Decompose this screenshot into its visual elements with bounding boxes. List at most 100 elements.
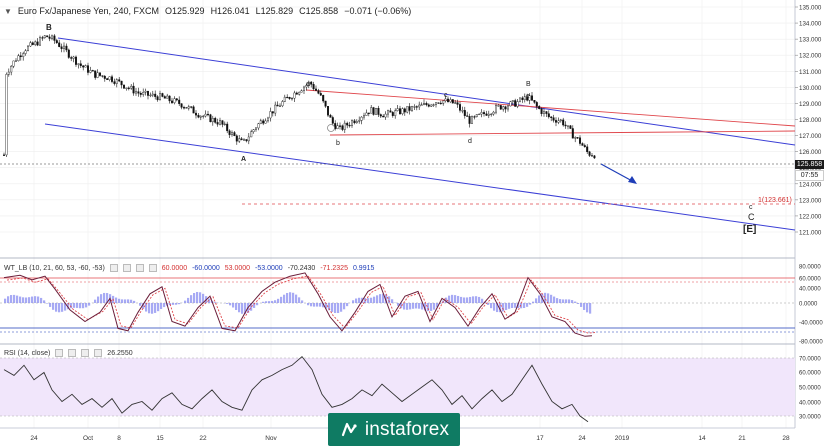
wt-histogram-bar [49,303,52,307]
candle-body [175,98,178,101]
candle-body [12,60,15,67]
collapse-chevron-icon[interactable]: ▼ [4,7,12,16]
rsi-more-icon[interactable] [94,349,103,357]
wt-histogram-bar [151,303,154,314]
candle-body [94,70,97,78]
wt-histogram-bar [451,294,454,303]
candle-body [7,71,10,75]
candle-body [444,98,447,102]
candle-body [449,99,452,103]
candle-body [475,114,478,117]
candle-body [341,125,344,130]
wt-histogram-bar [430,303,433,311]
wt-value-2: -60.0000 [192,264,220,272]
wt-histogram-bar [583,303,586,310]
wt-histogram-bar [550,294,553,303]
candle-body [447,98,450,103]
wt-lb-title[interactable]: WT_LB (10, 21, 60, 53, -60, -53) [4,265,105,272]
wt-histogram-bar [577,303,580,304]
price-axis[interactable]: 135.000 134.000 133.000 132.000 131.000 130.0… [795,5,822,237]
eye-icon[interactable] [109,264,118,272]
rsi-eye-icon[interactable] [55,349,64,357]
candle-body [218,120,221,125]
wt-histogram-bar [196,291,199,303]
candle-body [281,101,284,107]
price-tick-label: 131.000 [799,69,822,76]
wt-histogram-bar [157,303,160,312]
rsi-tick-label: 40.0000 [799,401,821,407]
candle-body [327,106,330,116]
wt-histogram-bar [490,303,493,309]
candle-body [187,106,190,109]
rsi-close-icon[interactable] [81,349,90,357]
candle-body [194,112,197,116]
price-tick-label: 127.000 [799,133,822,140]
wt-histogram-bar [73,303,76,308]
candle-body [382,115,385,118]
price-tick-label: 135.000 [799,5,822,12]
wt-tick-label: 0.0000 [799,302,818,308]
wt-histogram-bar [85,303,88,308]
price-tick-label: 132.000 [799,53,822,60]
rsi-settings-icon[interactable] [68,349,77,357]
more-icon[interactable] [148,264,157,272]
candle-body [583,145,586,148]
rsi-title[interactable]: RSI (14, close) [4,350,50,357]
symbol-title[interactable]: Euro Fx/Japanese Yen, 240, FXCM [18,6,159,16]
candle-body [384,113,387,118]
candle-body [310,81,313,85]
settings-icon[interactable] [122,264,131,272]
time-tick-label: 24 [578,435,586,442]
wt-histogram-bar [226,303,229,304]
candle-body [437,102,440,104]
candle-body [552,117,555,121]
candle-body [593,155,596,159]
wt-histogram-bar [100,294,103,303]
wt-histogram-bar [409,303,412,310]
wt-histogram-bar [31,296,34,303]
price-tick-label: 133.000 [799,37,822,44]
candle-body [72,56,75,59]
wt-histogram-bar [241,303,244,314]
wt-histogram-bar [376,295,379,303]
wt-histogram-bar [403,303,406,310]
wt-value-3: 53.0000 [224,264,251,272]
candle-body [250,131,253,138]
candle-body [91,70,94,72]
open-value: O125.929 [165,6,205,16]
wt-histogram-bar [124,299,127,303]
close-icon[interactable] [135,264,144,272]
chart-canvas[interactable]: B a A b c d B e c C [E] 1(123.661) 135.0… [0,0,826,446]
candle-body [14,60,17,62]
candle-body [454,102,457,104]
candle-body [158,93,161,101]
time-tick-label: 21 [738,435,746,442]
candle-body [163,96,166,99]
candle-body [432,104,435,106]
candle-body [521,97,524,100]
candle-body [471,116,474,124]
wt-histogram-bar [475,296,478,303]
candle-body [581,143,584,146]
price-tick-label: 128.000 [799,117,822,124]
candle-body [322,94,325,102]
candle-body [127,87,130,89]
candle-body [139,93,142,95]
candle-body [86,65,89,73]
instaforex-logo: instaforex [328,413,460,446]
candle-body [51,35,54,39]
candle-body [39,37,42,46]
candle-body [259,120,262,124]
wt-histogram-bar [307,303,310,306]
candle-body [547,113,550,118]
candle-body [315,88,318,91]
candle-body [408,106,411,111]
wt-histogram-bar [565,299,568,303]
candle-body [276,104,279,107]
candle-body [394,110,397,116]
candle-body [168,95,171,102]
candle-body [586,146,589,153]
high-value: H126.041 [210,6,250,16]
low-value: L125.829 [255,6,294,16]
candle-body [19,55,22,57]
